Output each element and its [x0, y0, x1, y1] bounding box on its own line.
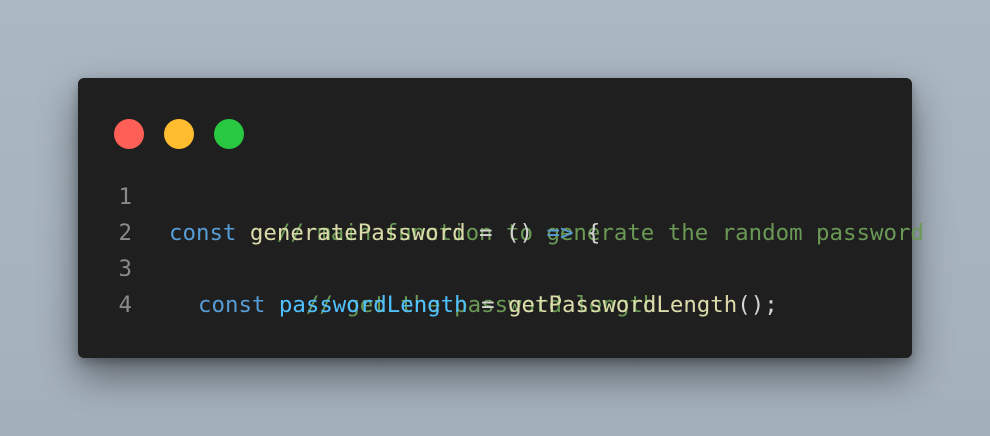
code-keyword: const	[198, 292, 266, 318]
code-block: 1 // main function to generate the rando…	[78, 179, 924, 323]
line-content: const passwordLength = getPasswordLength…	[169, 287, 778, 323]
window-controls	[114, 119, 244, 149]
code-function-name: generatePassword	[249, 220, 466, 246]
minimize-dot-icon[interactable]	[164, 119, 194, 149]
maximize-dot-icon[interactable]	[214, 119, 244, 149]
code-keyword: const	[169, 220, 237, 246]
line-content: // main function to generate the random …	[169, 179, 924, 246]
code-line: 3 // get the password length	[78, 251, 912, 318]
line-number: 4	[118, 292, 132, 318]
line-number: 1	[118, 184, 132, 210]
code-function-call: getPasswordLength	[508, 292, 738, 318]
code-text: = ()	[465, 220, 547, 246]
line-content: // get the password length	[169, 251, 657, 318]
line-number: 2	[118, 220, 132, 246]
code-text: =	[467, 292, 509, 318]
code-line: 1 // main function to generate the rando…	[78, 179, 924, 246]
code-text: ();	[737, 292, 778, 318]
line-number: 3	[118, 256, 132, 282]
code-arrow: =>	[546, 220, 574, 246]
code-window: 1 // main function to generate the rando…	[78, 78, 924, 358]
code-variable: passwordLength	[278, 292, 468, 318]
code-text: {	[573, 220, 601, 246]
line-content: const generatePassword = () => {	[169, 215, 600, 251]
code-line: 4 const passwordLength = getPasswordLeng…	[78, 287, 912, 323]
close-dot-icon[interactable]	[114, 119, 144, 149]
